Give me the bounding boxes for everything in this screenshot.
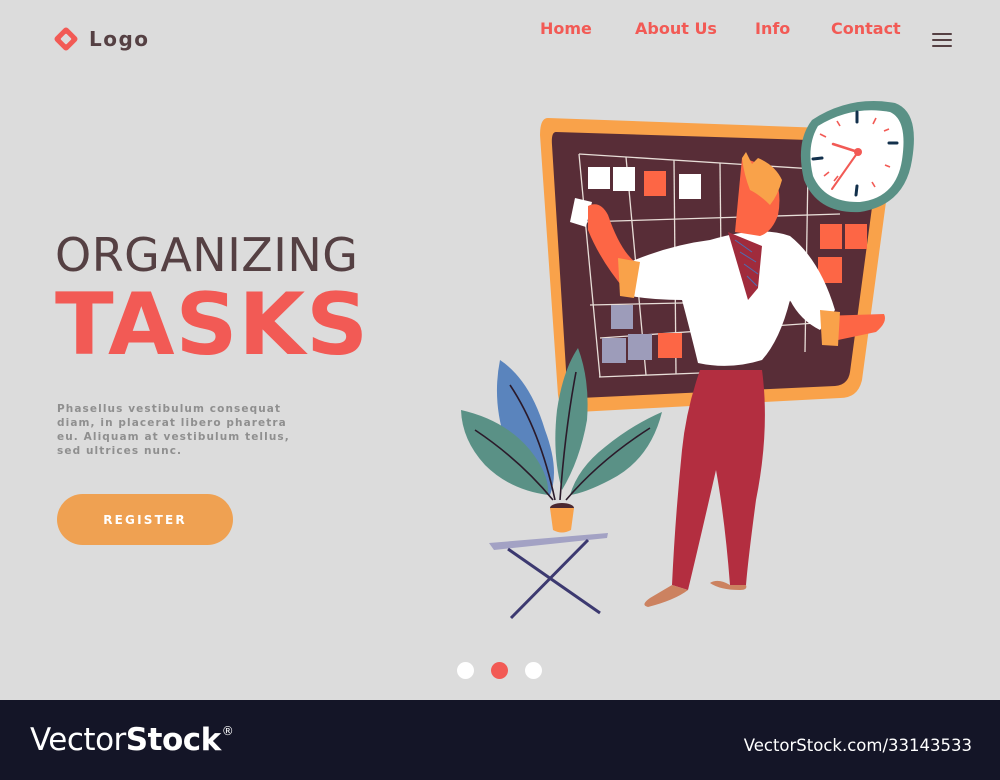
sticky-note xyxy=(820,224,842,249)
sticky-note xyxy=(588,167,610,189)
side-table xyxy=(489,533,608,620)
hero-title-line1: ORGANIZING xyxy=(55,228,359,282)
footer-image-id: VectorStock.com/33143533 xyxy=(743,736,972,755)
menu-bar xyxy=(932,45,952,47)
sticky-note xyxy=(845,224,867,249)
sticky-note xyxy=(628,334,652,360)
footer-brand-logo: VectorStock® xyxy=(30,722,234,758)
wall-clock-icon xyxy=(800,101,914,213)
carousel-dot-1[interactable] xyxy=(457,662,474,679)
sticky-note xyxy=(644,171,666,196)
footer-bar: VectorStock® VectorStock.com/33143533 xyxy=(0,700,1000,780)
registered-mark-icon: ® xyxy=(221,724,234,738)
task-board-illustration xyxy=(461,101,914,620)
nav-about-us[interactable]: About Us xyxy=(635,19,717,38)
carousel-dot-3[interactable] xyxy=(525,662,542,679)
brand-light: Vector xyxy=(30,722,126,758)
nav-contact[interactable]: Contact xyxy=(831,19,901,38)
sticky-note xyxy=(658,333,682,358)
logo-text: Logo xyxy=(89,27,150,51)
register-button[interactable]: REGISTER xyxy=(57,494,233,545)
hero-title-line2: TASKS xyxy=(55,275,370,375)
brand-bold: Stock xyxy=(125,722,221,758)
carousel-dot-2-active[interactable] xyxy=(491,662,508,679)
menu-bar xyxy=(932,33,952,35)
sticky-note xyxy=(602,338,626,363)
sticky-note xyxy=(611,305,633,329)
nav-info[interactable]: Info xyxy=(755,19,790,38)
nav-home[interactable]: Home xyxy=(540,19,592,38)
sticky-note xyxy=(679,174,701,199)
sticky-note xyxy=(613,167,635,191)
hamburger-menu-icon[interactable] xyxy=(932,33,952,47)
menu-bar xyxy=(932,39,952,41)
carousel-pagination xyxy=(457,662,559,679)
logo-link[interactable]: Logo xyxy=(51,24,150,54)
hero-description: Phasellus vestibulum consequat diam, in … xyxy=(57,403,290,457)
logo-diamond-icon xyxy=(51,24,81,54)
